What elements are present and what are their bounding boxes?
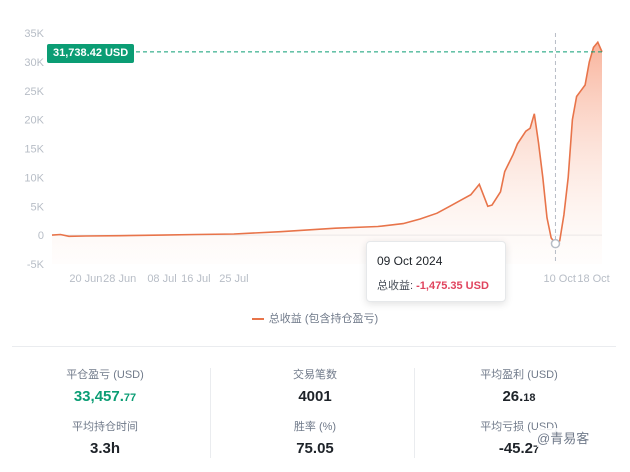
current-value-tag: 31,738.42 USD	[47, 44, 135, 63]
x-axis: 20 Jun28 Jun08 Jul16 Jul25 Jul03 Sep10 O…	[69, 273, 609, 285]
section-divider	[12, 346, 616, 347]
x-tick-label: 28 Jun	[103, 273, 136, 285]
y-tick-label: 35K	[24, 28, 44, 40]
y-tick-label: -5K	[27, 259, 45, 271]
y-tick-label: 5K	[31, 201, 45, 213]
legend-swatch-icon	[251, 318, 264, 321]
stat-closed-pnl: 平仓盈亏 (USD) 33,457.77	[0, 368, 210, 407]
y-tick-label: 15K	[24, 144, 44, 156]
tooltip-date: 09 Oct 2024	[377, 254, 443, 268]
chart-tooltip: 09 Oct 2024 总收益: -1,475.35 USD	[366, 241, 506, 302]
pnl-area-fill	[52, 42, 602, 265]
stat-label: 胜率 (%)	[293, 421, 337, 433]
tooltip-row: 总收益: -1,475.35 USD	[377, 277, 489, 293]
x-tick-label: 18 Oct	[577, 273, 609, 285]
stat-label: 平均亏损 (USD)	[480, 421, 558, 433]
y-axis: 35K 30K 25K 20K 15K 10K 5K 0 -5K	[24, 28, 44, 271]
x-tick-label: 08 Jul	[147, 273, 176, 285]
x-tick-label: 25 Jul	[219, 273, 248, 285]
stat-label: 平均持仓时间	[72, 421, 138, 433]
stats-panel: 平仓盈亏 (USD) 33,457.77 交易笔数 4001 平均盈利 (USD…	[0, 362, 630, 472]
y-tick-label: 25K	[24, 86, 44, 98]
x-tick-label: 20 Jun	[69, 273, 102, 285]
legend-label: 总收益 (包含持仓盈亏)	[268, 313, 379, 325]
y-tick-label: 20K	[24, 115, 44, 127]
stat-value: 26.18	[502, 388, 536, 405]
stat-trade-count: 交易笔数 4001	[210, 368, 420, 407]
stat-avg-loss: 平均亏损 (USD) -45.27	[414, 420, 624, 459]
x-tick-label: 16 Jul	[181, 273, 210, 285]
stat-avg-profit: 平均盈利 (USD) 26.18	[414, 368, 624, 407]
stat-value: 4001	[298, 388, 332, 405]
tooltip-value: -1,475.35 USD	[416, 280, 489, 292]
y-tick-label: 0	[38, 230, 44, 242]
stat-label: 交易笔数	[293, 369, 337, 381]
stat-win-rate: 胜率 (%) 75.05	[210, 420, 420, 459]
y-tick-label: 30K	[24, 57, 44, 69]
stat-avg-hold-time: 平均持仓时间 3.3h	[0, 420, 210, 459]
stat-value: 3.3h	[89, 440, 120, 457]
x-tick-label: 10 Oct	[543, 273, 575, 285]
stat-value: 33,457.77	[73, 388, 137, 405]
stat-value: -45.27	[498, 440, 540, 457]
watermark-text: @青易客	[537, 428, 590, 447]
stat-label: 平均盈利 (USD)	[480, 369, 558, 381]
hover-point-marker[interactable]	[550, 238, 561, 249]
y-tick-label: 10K	[24, 172, 44, 184]
tooltip-label: 总收益:	[377, 280, 414, 292]
stat-value: 75.05	[296, 440, 334, 457]
chart-legend[interactable]: 总收益 (包含持仓盈亏)	[0, 310, 630, 326]
stat-label: 平仓盈亏 (USD)	[66, 369, 144, 381]
